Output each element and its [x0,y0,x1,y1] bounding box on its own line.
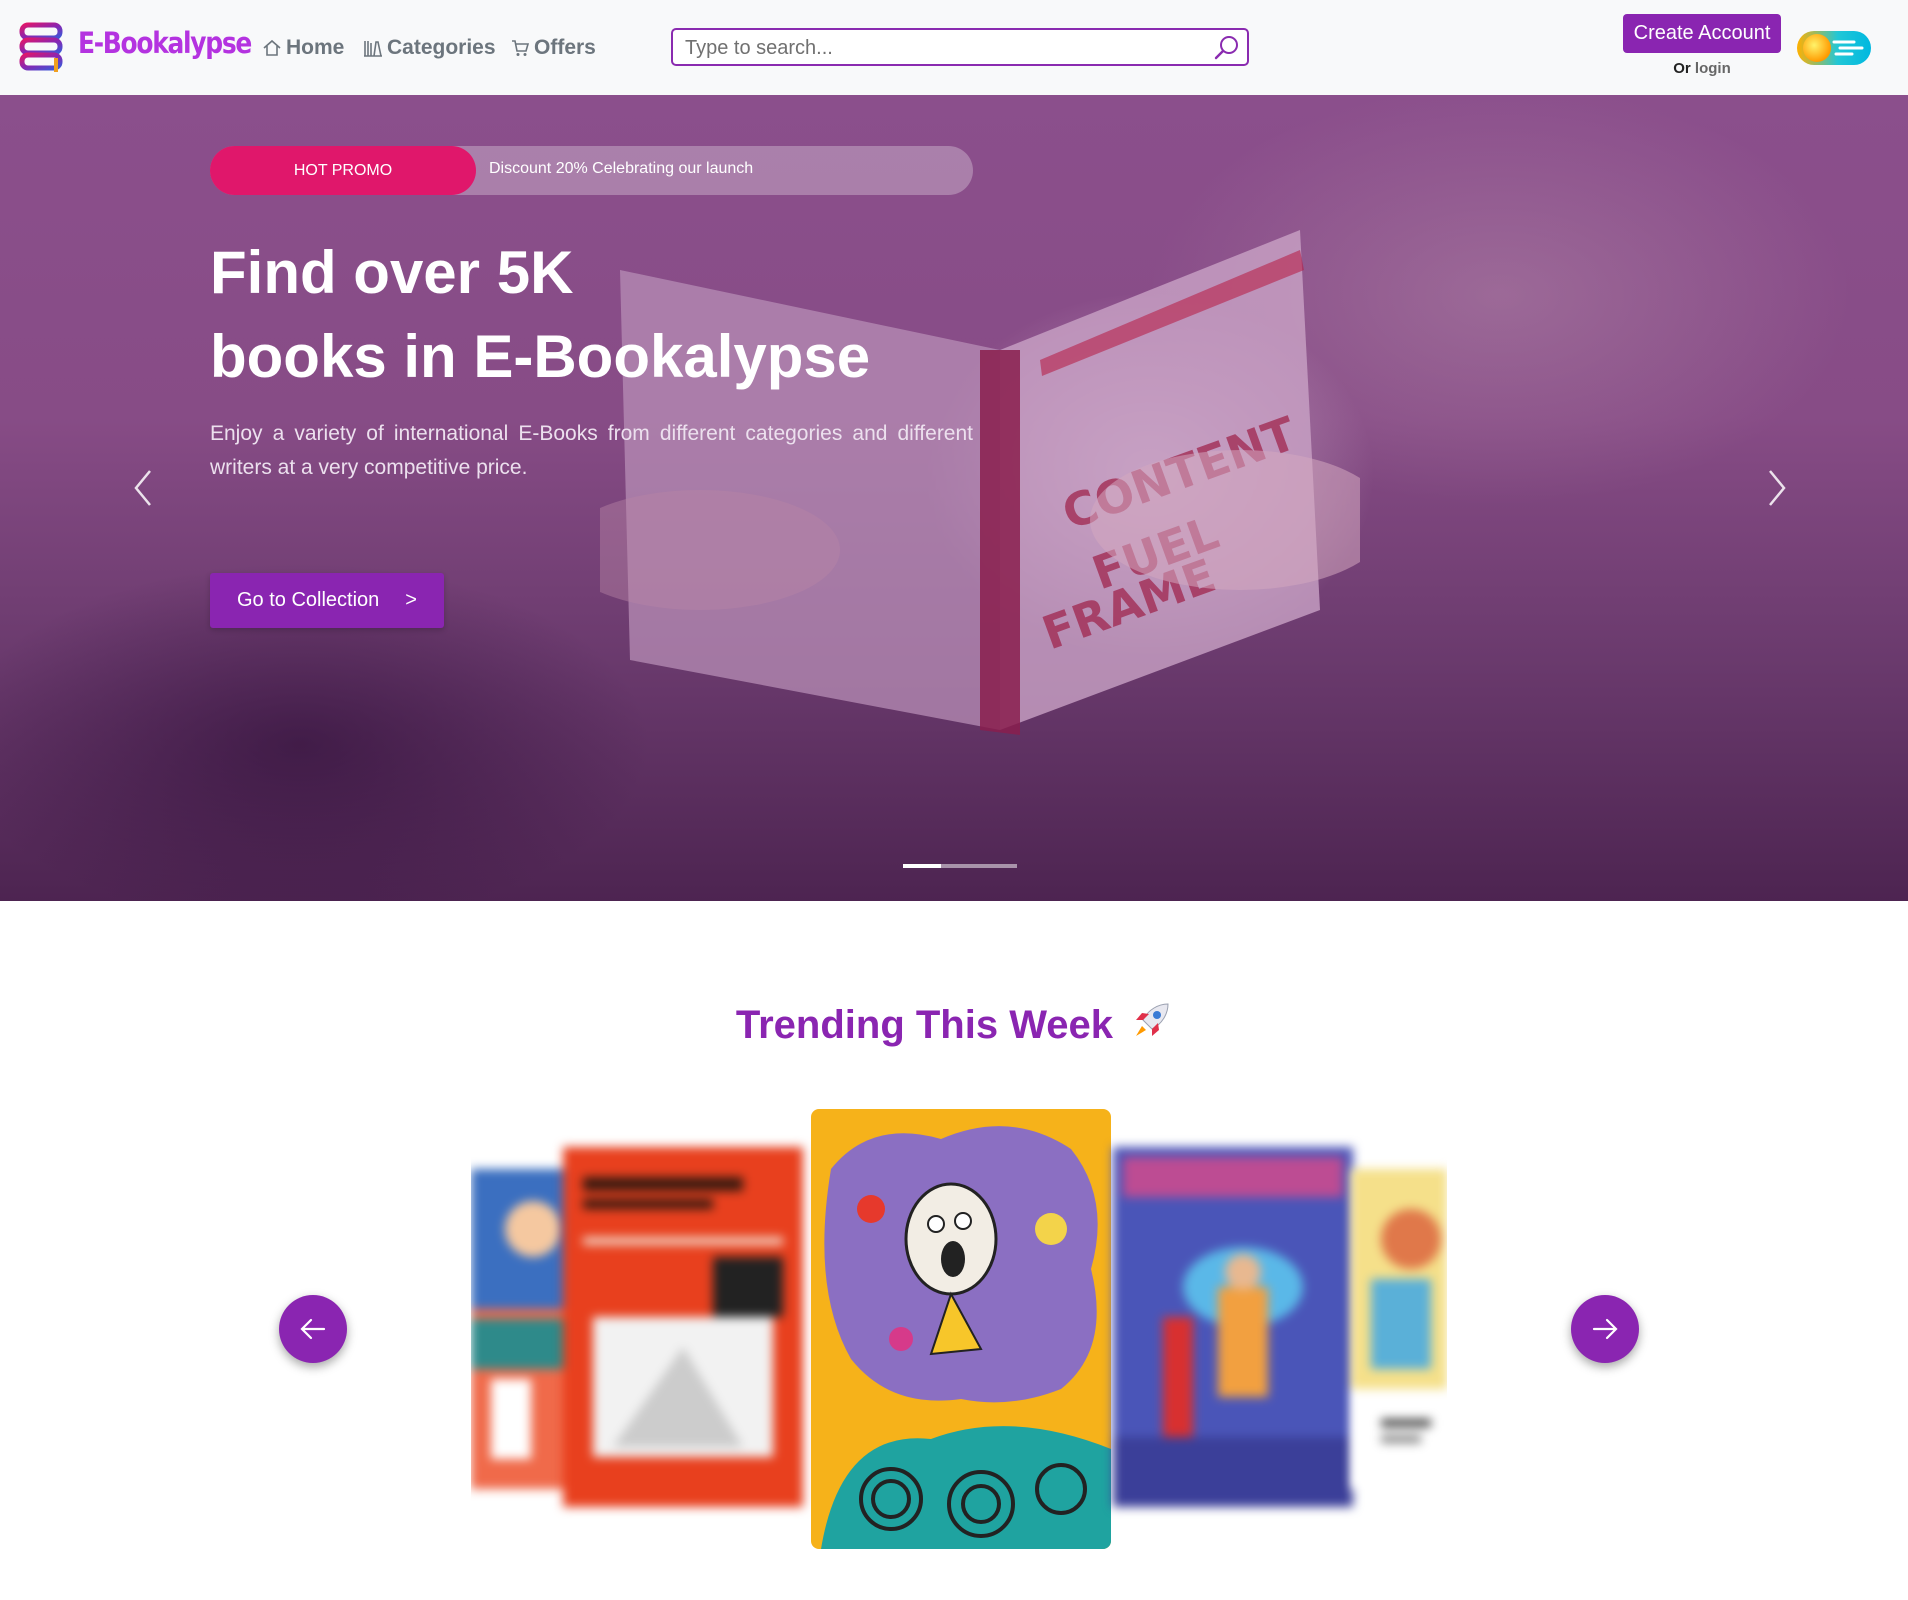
nav-categories-label: Categories [387,36,496,59]
search-icon[interactable] [1213,34,1241,62]
book-cover-icon [1113,1147,1353,1507]
brand-name[interactable]: E-Bookalypse [78,26,252,60]
home-icon [263,39,281,56]
promo-text: Discount 20% Celebrating our launch [489,160,754,177]
hero-prev-chevron-icon[interactable] [124,463,164,513]
carousel-indicators [903,864,1017,868]
go-to-collection-label: Go to Collection [237,589,380,611]
nav-offers-label: Offers [534,36,596,59]
nav-home-label: Home [286,36,345,59]
trending-book-card-2[interactable] [563,1147,803,1507]
hero-title: Find over 5K books in E-Bookalypse [210,231,1110,399]
trending-prev-button[interactable] [279,1295,347,1363]
go-to-collection-arrow: > [405,589,417,611]
or-login-text: Or login [1623,60,1781,77]
cart-icon [512,40,530,56]
trending-book-card-5[interactable] [1351,1169,1447,1489]
trending-title-text: Trending This Week [735,1003,1113,1047]
hero-next-chevron-icon[interactable] [1756,463,1796,513]
indicator-slide-2[interactable] [941,864,979,868]
trending-title: Trending This Week [0,1000,1908,1048]
book-cover-icon [811,1109,1111,1549]
trending-book-card-4[interactable] [1113,1147,1353,1507]
book-cover-icon [563,1147,803,1507]
rocket-icon [1136,1003,1169,1036]
navbar: E-Bookalypse Home Categories Offers Crea… [0,0,1908,95]
hot-promo-badge: HOT PROMO [210,146,476,195]
hero-title-line-1: Find over 5K [210,239,574,306]
hero-description: Enjoy a variety of international E-Books… [210,422,973,479]
promo-banner[interactable]: HOT PROMO Discount 20% Celebrating our l… [210,146,973,195]
nav-offers[interactable]: Offers [510,36,596,60]
books-icon [364,41,382,57]
login-link[interactable]: login [1695,60,1731,77]
indicator-slide-1[interactable] [903,864,941,868]
indicator-slide-3[interactable] [979,864,1017,868]
trending-carousel [471,1105,1447,1550]
nav-home[interactable]: Home [262,36,344,60]
hero-carousel: CONTENT FUEL FRAME HOT PROMO Discount 20… [0,95,1908,901]
stacked-books-logo-icon[interactable] [18,22,66,72]
book-cover-icon [1351,1169,1447,1489]
go-to-collection-button[interactable]: Go to Collection > [210,573,444,628]
create-account-button[interactable]: Create Account [1623,14,1781,53]
hero-title-line-2: books in E-Bookalypse [210,323,871,390]
trending-next-button[interactable] [1571,1295,1639,1363]
or-label: Or [1673,60,1691,77]
search-input[interactable] [683,30,1207,66]
theme-toggle-icon[interactable] [1796,28,1872,68]
trending-book-card-3[interactable] [811,1109,1111,1549]
nav-categories[interactable]: Categories [363,36,496,60]
search-box [671,28,1249,66]
arrow-right-icon [1592,1318,1618,1340]
arrow-left-icon [300,1318,326,1340]
